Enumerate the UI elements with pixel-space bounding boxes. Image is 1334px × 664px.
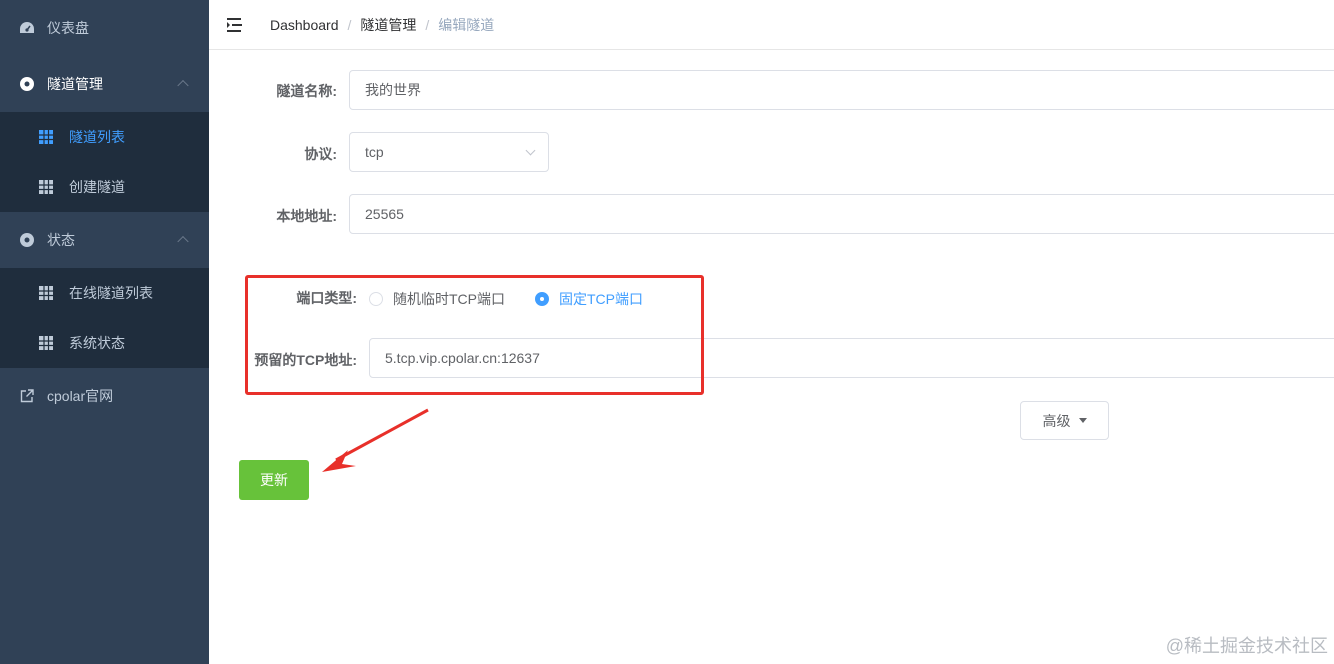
sidebar-item-status[interactable]: 状态: [0, 212, 209, 268]
advanced-button[interactable]: 高级: [1020, 401, 1109, 440]
protocol-label: 协议:: [304, 146, 337, 162]
tunnel-manage-icon: [19, 76, 35, 92]
sidebar-item-label: cpolar官网: [47, 388, 114, 404]
local-address-input[interactable]: 25565: [349, 194, 1334, 234]
annotation-highlight-box: [245, 275, 704, 395]
caret-down-icon: [1078, 418, 1087, 423]
menu-toggle-icon[interactable]: [226, 17, 246, 33]
chevron-down-icon: [525, 145, 536, 156]
dashboard-icon: [19, 20, 35, 36]
watermark: @稀土掘金技术社区: [1165, 636, 1328, 656]
sidebar-item-online-tunnels[interactable]: 在线隧道列表: [0, 268, 209, 318]
sidebar-item-label: 仪表盘: [47, 20, 89, 36]
chevron-up-icon: [177, 235, 189, 248]
grid-icon: [38, 129, 54, 145]
tunnel-name-input[interactable]: 我的世界: [349, 70, 1334, 110]
breadcrumb-item[interactable]: Dashboard: [270, 17, 339, 33]
grid-icon: [38, 179, 54, 195]
sidebar-item-label: 在线隧道列表: [69, 285, 153, 301]
annotation-arrow-icon: [322, 408, 429, 472]
protocol-select-value: tcp: [365, 144, 384, 160]
advanced-button-label: 高级: [1042, 412, 1071, 429]
sidebar-item-label: 隧道管理: [47, 76, 103, 92]
protocol-select[interactable]: tcp: [349, 132, 549, 172]
local-address-label: 本地地址:: [276, 208, 337, 224]
breadcrumb-separator: /: [425, 16, 430, 33]
external-link-icon: [19, 388, 35, 404]
navbar: Dashboard / 隧道管理 / 编辑隧道: [209, 0, 1334, 50]
sidebar-item-label: 创建隧道: [69, 179, 125, 195]
sidebar-item-label: 隧道列表: [69, 129, 125, 145]
update-button[interactable]: 更新: [239, 460, 309, 500]
grid-icon: [38, 285, 54, 301]
sidebar: 仪表盘 隧道管理 隧道列表 创建隧道 状态 在线隧道列表 系统状态 cpolar…: [0, 0, 209, 664]
sidebar-item-tunnel-list[interactable]: 隧道列表: [0, 112, 209, 162]
sidebar-item-create-tunnel[interactable]: 创建隧道: [0, 162, 209, 212]
sidebar-item-label: 状态: [47, 232, 75, 248]
sidebar-item-dashboard[interactable]: 仪表盘: [0, 0, 209, 56]
status-icon: [19, 232, 35, 248]
sidebar-item-system-status[interactable]: 系统状态: [0, 318, 209, 368]
chevron-up-icon: [177, 79, 189, 92]
breadcrumb-item-current: 编辑隧道: [438, 16, 495, 33]
sidebar-item-cpolar-site[interactable]: cpolar官网: [0, 368, 209, 424]
breadcrumb-item[interactable]: 隧道管理: [360, 15, 416, 35]
sidebar-item-label: 系统状态: [69, 335, 125, 351]
breadcrumb: Dashboard / 隧道管理 / 编辑隧道: [270, 15, 494, 35]
grid-icon: [38, 335, 54, 351]
sidebar-item-tunnel-manage[interactable]: 隧道管理: [0, 56, 209, 112]
tunnel-name-label: 隧道名称:: [276, 83, 337, 99]
breadcrumb-separator: /: [347, 16, 352, 33]
